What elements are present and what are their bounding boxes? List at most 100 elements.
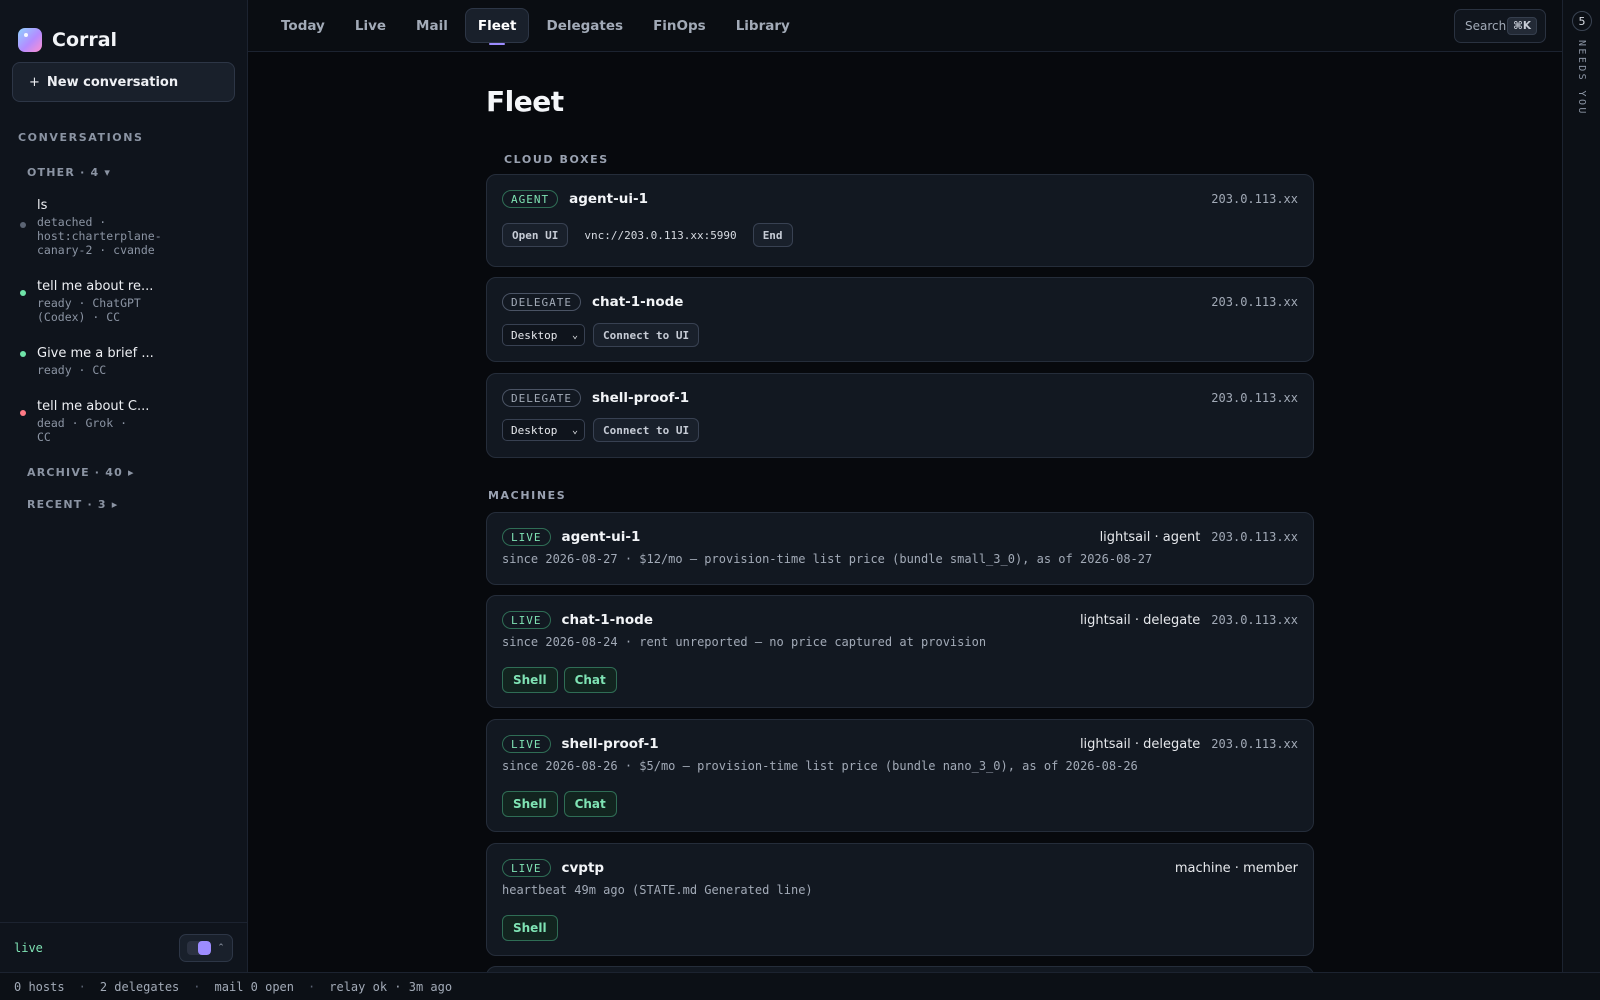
card-header: LIVE chat-1-node lightsail · delegate 20…: [502, 611, 1298, 629]
box-name: agent-ui-1: [569, 191, 648, 207]
ip-address: 203.0.113.xx: [1211, 295, 1298, 309]
tab-fleet[interactable]: Fleet: [464, 8, 530, 45]
type-badge: DELEGATE: [502, 293, 581, 311]
group-recent-toggle[interactable]: RECENT · 3 ▸: [0, 498, 247, 511]
chevron-down-icon: ⌄: [571, 329, 578, 341]
card-actions: Open UI vnc://203.0.113.xx:5990 End: [502, 223, 793, 247]
cloud-box-card: DELEGATE chat-1-node 203.0.113.xx Deskto…: [486, 277, 1314, 362]
status-bar: 0 hosts · 2 delegates · mail 0 open · re…: [0, 972, 1600, 1000]
machine-card: LIVE shell-proof-1 lightsail · delegate …: [486, 719, 1314, 832]
brand[interactable]: Corral: [0, 0, 247, 62]
theme-toggle-button[interactable]: ⌃: [179, 933, 233, 962]
status-badge: LIVE: [502, 611, 551, 629]
select-value: Desktop: [511, 423, 558, 437]
tab-library[interactable]: Library: [723, 8, 803, 43]
conversation-meta: canary-2 · cvande: [37, 243, 155, 257]
status-dot: [20, 290, 26, 296]
separator: ·: [308, 979, 316, 994]
ip-address: 203.0.113.xx: [1211, 391, 1298, 405]
machine-card: LIVE chat-1-node lightsail · delegate 20…: [486, 595, 1314, 708]
machine-card: LIVE cvptp machine · member heartbeat 49…: [486, 843, 1314, 956]
delegates-count: 2 delegates: [99, 979, 180, 994]
sidebar-footer: live ⌃: [0, 922, 247, 972]
shell-button[interactable]: Shell: [502, 791, 558, 817]
ip-address: 203.0.113.xx: [1211, 613, 1298, 627]
connect-to-ui-button[interactable]: Connect to UI: [593, 418, 700, 442]
conversation-title: tell me about re...: [37, 279, 154, 294]
box-name: shell-proof-1: [591, 390, 690, 406]
main-content: Fleet CLOUD BOXES AGENT agent-ui-1 203.0…: [248, 52, 1562, 972]
app-name: Corral: [52, 29, 118, 51]
search-label: Search: [1465, 19, 1507, 33]
conversation-meta: dead · Grok ·: [37, 416, 128, 430]
open-ui-button[interactable]: Open UI: [502, 223, 569, 247]
tab-today[interactable]: Today: [268, 8, 338, 43]
machine-kind: machine · member: [1174, 860, 1298, 876]
cloud-boxes-heading: CLOUD BOXES: [504, 153, 609, 166]
new-conversation-label: New conversation: [46, 74, 179, 90]
search-shortcut: ⌘K: [1507, 17, 1537, 35]
sidebar: Corral + New conversation CONVERSATIONS …: [0, 0, 248, 972]
connection-status: live: [14, 940, 43, 955]
cloud-box-card: AGENT agent-ui-1 203.0.113.xx Open UI vn…: [486, 174, 1314, 267]
cloud-box-card: DELEGATE shell-proof-1 203.0.113.xx Desk…: [486, 373, 1314, 458]
card-actions: Desktop ⌄ Connect to UI: [502, 418, 700, 442]
machine-name: chat-1-node: [561, 612, 653, 628]
conversation-meta: detached ·: [37, 215, 107, 229]
relay-status: relay ok · 3m ago: [329, 979, 453, 994]
status-dot: [20, 222, 26, 228]
status-badge: LIVE: [502, 859, 551, 877]
tab-delegates[interactable]: Delegates: [533, 8, 636, 43]
plus-icon: +: [29, 74, 40, 90]
conversation-title: ls: [37, 198, 48, 213]
needs-you-count[interactable]: 5: [1572, 11, 1592, 31]
box-name: chat-1-node: [591, 294, 684, 310]
status-badge: LIVE: [502, 528, 551, 546]
needs-you-rail: 5 NEEDS YOU: [1562, 0, 1600, 972]
separator: ·: [78, 979, 86, 994]
conversation-meta: host:charterplane-: [37, 229, 162, 243]
view-mode-select[interactable]: Desktop ⌄: [502, 324, 585, 346]
top-nav: Today Live Mail Fleet Delegates FinOps L…: [248, 0, 1562, 52]
search-button[interactable]: Search ⌘K: [1454, 9, 1546, 43]
card-actions: Shell Chat: [502, 667, 617, 693]
needs-you-label[interactable]: NEEDS YOU: [1576, 40, 1587, 116]
machine-name: cvptp: [561, 860, 605, 876]
page-title: Fleet: [486, 85, 564, 118]
chat-button[interactable]: Chat: [563, 667, 617, 693]
tab-live[interactable]: Live: [342, 8, 399, 43]
connect-to-ui-button[interactable]: Connect to UI: [593, 323, 700, 347]
machines-heading: MACHINES: [488, 489, 567, 502]
tab-mail[interactable]: Mail: [403, 8, 461, 43]
group-other-toggle[interactable]: OTHER · 4 ▾: [0, 166, 247, 179]
toggle-switch-icon: [187, 940, 212, 955]
card-actions: Shell: [502, 915, 558, 941]
chat-button[interactable]: Chat: [563, 791, 617, 817]
new-conversation-button[interactable]: + New conversation: [12, 62, 235, 102]
conversation-title: Give me a brief ...: [37, 346, 154, 361]
caret-up-icon: ⌃: [217, 942, 225, 953]
card-header: DELEGATE chat-1-node 203.0.113.xx: [502, 293, 1298, 311]
ip-address: 203.0.113.xx: [1211, 530, 1298, 544]
card-header: LIVE agent-ui-1 lightsail · agent 203.0.…: [502, 528, 1298, 546]
conversation-item[interactable]: tell me about re... ready · ChatGPT (Cod…: [0, 278, 247, 324]
end-button[interactable]: End: [752, 223, 793, 247]
conversation-item[interactable]: tell me about C... dead · Grok · CC: [0, 398, 247, 444]
card-header: LIVE cvptp machine · member: [502, 859, 1298, 877]
tab-finops[interactable]: FinOps: [640, 8, 719, 43]
select-value: Desktop: [511, 328, 558, 342]
conversation-item[interactable]: ls detached · host:charterplane- canary-…: [0, 197, 247, 257]
card-header: DELEGATE shell-proof-1 203.0.113.xx: [502, 389, 1298, 407]
shell-button[interactable]: Shell: [502, 667, 558, 693]
conversation-meta: ready · ChatGPT: [37, 296, 141, 310]
machine-name: shell-proof-1: [561, 736, 659, 752]
shell-button[interactable]: Shell: [502, 915, 558, 941]
group-archive-toggle[interactable]: ARCHIVE · 40 ▸: [0, 466, 247, 479]
machine-meta: since 2026-08-24 · rent unreported — no …: [502, 635, 987, 649]
machine-card: LIVE agent-ui-1 lightsail · agent 203.0.…: [486, 512, 1314, 585]
machine-kind: lightsail · agent: [1099, 529, 1201, 545]
view-mode-select[interactable]: Desktop ⌄: [502, 419, 585, 441]
conversation-item[interactable]: Give me a brief ... ready · CC: [0, 345, 247, 377]
card-actions: Desktop ⌄ Connect to UI: [502, 323, 700, 347]
machine-kind: lightsail · delegate: [1079, 612, 1201, 628]
